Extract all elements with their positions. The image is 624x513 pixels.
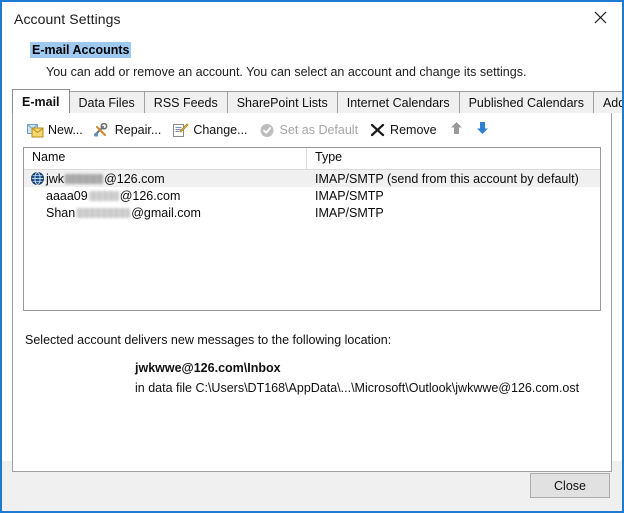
close-button[interactable]: Close: [530, 473, 610, 498]
account-name-prefix: jwk: [46, 171, 65, 186]
banner-subtitle: You can add or remove an account. You ca…: [46, 65, 527, 79]
cell-account-type: IMAP/SMTP: [315, 205, 384, 220]
tab-strip: E-mail Data Files RSS Feeds SharePoint L…: [12, 89, 622, 113]
dialog-banner: E-mail Accounts You can add or remove an…: [2, 35, 622, 89]
table-row[interactable]: jwk @126.com IMAP/SMTP (send from this ac…: [24, 170, 600, 187]
accounts-list-header: Name Type: [24, 148, 600, 170]
set-as-default-button[interactable]: Set as Default: [255, 118, 366, 142]
email-tab-panel: New... Repair... Change... Set as Defaul…: [12, 112, 612, 472]
close-x-icon: [594, 11, 607, 24]
account-settings-dialog: Account Settings E-mail Accounts You can…: [0, 0, 624, 513]
remove-account-button[interactable]: Remove: [365, 118, 444, 142]
remove-account-label: Remove: [390, 123, 437, 137]
account-name-suffix: @126.com: [104, 171, 165, 186]
remove-x-icon: [368, 122, 386, 138]
repair-account-button[interactable]: Repair...: [90, 118, 169, 142]
accounts-list[interactable]: Name Type jwk @126.com IMAP/SMTP (send f…: [23, 147, 601, 311]
account-name-prefix: Shan: [46, 205, 76, 220]
tab-data-files[interactable]: Data Files: [68, 91, 145, 113]
new-account-label: New...: [48, 123, 83, 137]
tab-published-calendars[interactable]: Published Calendars: [458, 91, 594, 113]
delivery-intro-text: Selected account delivers new messages t…: [25, 333, 392, 347]
tab-strip-wrapper: E-mail Data Files RSS Feeds SharePoint L…: [12, 89, 622, 113]
tab-rss-feeds[interactable]: RSS Feeds: [143, 91, 228, 113]
banner-title: E-mail Accounts: [30, 42, 132, 58]
repair-tools-icon: [93, 122, 111, 138]
tab-address-books[interactable]: Address Books: [592, 91, 622, 113]
repair-account-label: Repair...: [114, 123, 162, 137]
account-name-suffix: @gmail.com: [131, 205, 201, 220]
cell-account-type: IMAP/SMTP: [315, 188, 384, 203]
new-account-button[interactable]: New...: [23, 118, 90, 142]
new-envelope-icon: [26, 122, 44, 138]
account-name-text: Shan @gmail.com: [46, 206, 201, 220]
arrow-down-icon: [476, 121, 489, 140]
check-circle-icon: [258, 122, 276, 138]
account-name-suffix: @126.com: [119, 188, 181, 203]
tab-sharepoint-lists[interactable]: SharePoint Lists: [226, 91, 338, 113]
cell-account-name: Shan @gmail.com: [24, 206, 307, 220]
accounts-toolbar: New... Repair... Change... Set as Defaul…: [13, 113, 611, 145]
set-as-default-label: Set as Default: [279, 123, 359, 137]
delivery-data-file-value: in data file C:\Users\DT168\AppData\...\…: [135, 381, 580, 395]
window-close-button[interactable]: [578, 2, 622, 32]
default-account-globe-icon: [28, 172, 46, 186]
window-title: Account Settings: [14, 10, 121, 27]
title-bar: Account Settings: [2, 2, 622, 35]
table-row[interactable]: aaaa09 @126.com IMAP/SMTP: [24, 187, 600, 204]
column-header-type[interactable]: Type: [307, 148, 600, 169]
column-header-name[interactable]: Name: [24, 148, 307, 169]
cell-account-type: IMAP/SMTP (send from this account by def…: [315, 171, 579, 186]
redacted-name-block: [65, 173, 104, 184]
delivery-location-section: Selected account delivers new messages t…: [25, 333, 611, 395]
change-account-label: Change...: [193, 123, 248, 137]
table-row[interactable]: Shan @gmail.com IMAP/SMTP: [24, 204, 600, 221]
redacted-name-block: [76, 207, 131, 218]
account-name-text: aaaa09 @126.com: [46, 189, 180, 203]
cell-account-name: aaaa09 @126.com: [24, 189, 307, 203]
delivery-location-value: jwkwwe@126.com\Inbox: [135, 361, 281, 375]
change-account-button[interactable]: Change...: [168, 118, 254, 142]
cell-account-name: jwk @126.com: [24, 172, 307, 186]
change-settings-icon: [171, 122, 189, 138]
move-up-button[interactable]: [444, 118, 470, 142]
arrow-up-icon: [450, 121, 463, 140]
account-name-prefix: aaaa09: [46, 188, 88, 203]
tab-internet-calendars[interactable]: Internet Calendars: [336, 91, 460, 113]
move-down-button[interactable]: [470, 118, 496, 142]
tab-email[interactable]: E-mail: [12, 89, 70, 113]
account-name-text: jwk @126.com: [46, 172, 165, 186]
redacted-name-block: [88, 190, 119, 201]
